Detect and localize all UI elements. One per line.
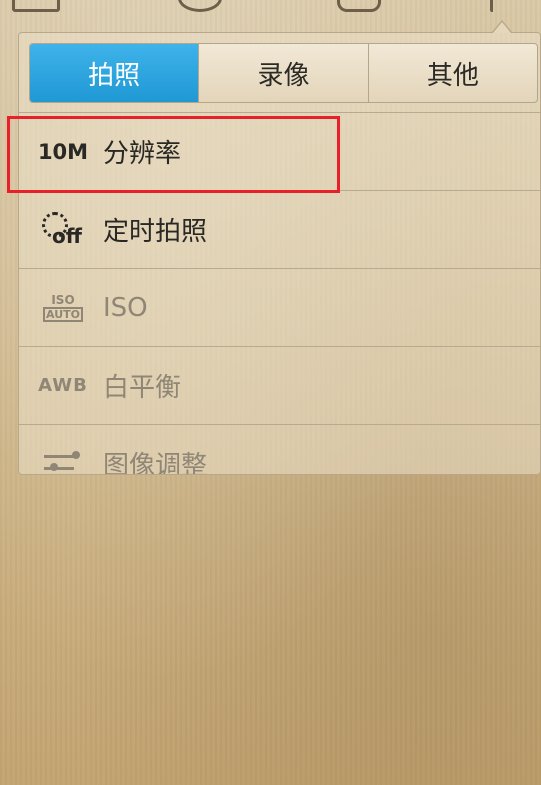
tab-other[interactable]: 其他 <box>369 44 537 102</box>
settings-tabs: 拍照 录像 其他 <box>29 43 538 103</box>
setting-label: 图像调整 <box>103 451 208 475</box>
iso-icon-subtext: AUTO <box>43 306 83 322</box>
tab-video[interactable]: 录像 <box>199 44 369 102</box>
setting-row-self-timer[interactable]: off 定时拍照 <box>19 190 540 268</box>
setting-label: 分辨率 <box>103 139 182 169</box>
image-adjust-icon <box>31 449 95 475</box>
timer-icon-text: off <box>52 223 82 248</box>
iso-auto-icon: ISO AUTO <box>31 294 95 322</box>
switch-camera-icon[interactable] <box>337 0 381 12</box>
self-timer-off-icon: off <box>31 210 95 250</box>
white-balance-auto-icon: AWB <box>31 375 95 396</box>
gallery-icon[interactable] <box>12 0 60 12</box>
setting-label: ISO <box>103 292 148 323</box>
awb-icon-text: AWB <box>38 375 88 396</box>
setting-row-resolution[interactable]: 10M 分辨率 <box>19 112 540 190</box>
setting-row-image-adjust[interactable]: 图像调整 <box>19 424 540 475</box>
settings-icon[interactable] <box>490 0 502 12</box>
setting-label: 白平衡 <box>103 373 182 403</box>
flash-icon[interactable] <box>178 0 222 12</box>
top-toolbar <box>0 0 541 20</box>
resolution-icon-text: 10M <box>37 139 89 164</box>
setting-label: 定时拍照 <box>103 217 208 247</box>
camera-settings-popup: 拍照 录像 其他 10M 分辨率 off 定时拍照 ISO AUTO ISO A… <box>18 32 541 475</box>
tab-photo[interactable]: 拍照 <box>30 44 200 102</box>
setting-row-white-balance[interactable]: AWB 白平衡 <box>19 346 540 424</box>
popup-pointer <box>492 20 512 34</box>
setting-row-iso[interactable]: ISO AUTO ISO <box>19 268 540 346</box>
resolution-10m-icon: 10M <box>31 140 95 164</box>
iso-icon-text: ISO <box>51 292 75 307</box>
